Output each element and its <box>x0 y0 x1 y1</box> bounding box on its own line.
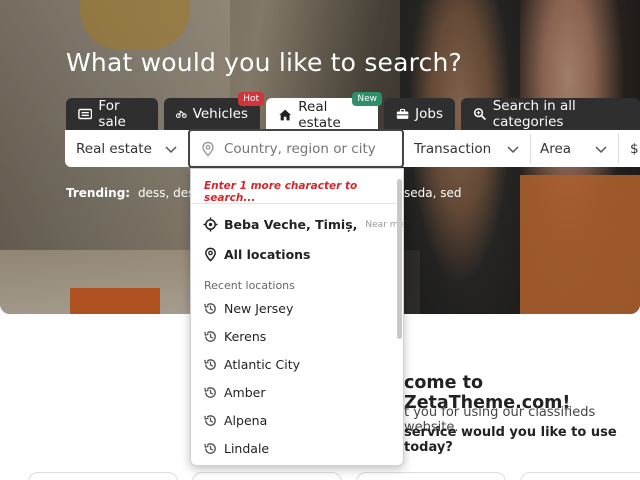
location-dropdown: Enter 1 more character to search... Beba… <box>190 168 404 466</box>
transaction-select[interactable]: Transaction <box>414 130 528 167</box>
service-card[interactable] <box>192 472 342 480</box>
welcome-question: service would you like to use today? <box>404 425 617 455</box>
current-location-label: Beba Veche, Timiș, <box>224 217 358 232</box>
tab-label: Vehicles <box>192 106 248 122</box>
dropdown-scrollbar[interactable] <box>397 179 402 339</box>
tab-label: Search in all categories <box>492 98 576 130</box>
recent-location-item[interactable]: Amber <box>203 385 266 400</box>
divider <box>191 203 396 204</box>
hero-headline: What would you like to search? <box>66 48 463 77</box>
category-value: Real estate <box>76 140 152 157</box>
history-icon <box>204 303 216 314</box>
service-card[interactable] <box>520 472 640 480</box>
min-characters-warning: Enter 1 more character to search... <box>204 180 358 204</box>
chevron-down-icon <box>507 146 519 154</box>
trending-terms-tail[interactable]: seda, sed <box>404 186 462 200</box>
history-icon <box>204 415 216 426</box>
price-field[interactable]: $ <box>630 130 640 167</box>
motorcycle-icon <box>176 110 187 119</box>
tab-real-estate[interactable]: Real estate New <box>266 92 382 131</box>
hot-badge: Hot <box>238 92 264 106</box>
service-card[interactable] <box>356 472 506 480</box>
tab-search-all-categories[interactable]: Search in all categories <box>461 98 640 130</box>
all-locations-option[interactable]: All locations <box>203 247 311 262</box>
search-icon <box>473 108 487 121</box>
location-pin-icon <box>205 247 216 262</box>
recent-locations-heading: Recent locations <box>204 279 295 292</box>
divider <box>618 134 619 163</box>
price-symbol: $ <box>630 140 639 157</box>
history-icon <box>204 359 216 370</box>
trending-label: Trending: <box>66 186 131 200</box>
chevron-down-icon <box>165 146 177 154</box>
new-badge: New <box>352 92 382 106</box>
tab-jobs[interactable]: Jobs <box>384 98 455 130</box>
tab-vehicles[interactable]: Vehicles Hot <box>164 92 264 130</box>
recent-location-label: New Jersey <box>224 301 294 316</box>
location-pin-icon <box>202 141 214 156</box>
all-locations-label: All locations <box>224 247 311 262</box>
area-value: Area <box>540 140 572 157</box>
transaction-value: Transaction <box>414 140 492 157</box>
service-card[interactable] <box>28 472 178 480</box>
current-location-option[interactable]: Beba Veche, Timiș, Near me <box>203 217 403 232</box>
divider <box>530 134 531 163</box>
location-search-input[interactable] <box>224 140 394 157</box>
location-search-field[interactable] <box>188 129 404 168</box>
recent-location-item[interactable]: Kerens <box>203 329 266 344</box>
recent-location-label: Lindale <box>224 441 270 456</box>
chevron-down-icon <box>595 146 607 154</box>
recent-location-item[interactable]: Lindale <box>203 441 269 456</box>
history-icon <box>204 387 216 398</box>
tab-for-sale[interactable]: For sale <box>66 98 158 130</box>
recent-location-item[interactable]: Alpena <box>203 413 267 428</box>
list-icon <box>78 108 93 120</box>
crosshair-icon <box>203 217 218 232</box>
history-icon <box>204 443 216 454</box>
recent-location-label: Alpena <box>224 413 268 428</box>
recent-location-label: Atlantic City <box>224 357 301 372</box>
tab-label: Jobs <box>415 106 443 122</box>
briefcase-icon <box>396 108 409 119</box>
recent-location-label: Amber <box>224 385 266 400</box>
area-select[interactable]: Area <box>540 130 616 167</box>
recent-location-item[interactable]: Atlantic City <box>203 357 300 372</box>
home-icon <box>279 109 291 120</box>
tab-label: For sale <box>98 98 126 130</box>
recent-location-label: Kerens <box>224 329 267 344</box>
category-select[interactable]: Real estate <box>76 130 186 167</box>
history-icon <box>204 331 216 342</box>
recent-location-item[interactable]: New Jersey <box>203 301 293 316</box>
